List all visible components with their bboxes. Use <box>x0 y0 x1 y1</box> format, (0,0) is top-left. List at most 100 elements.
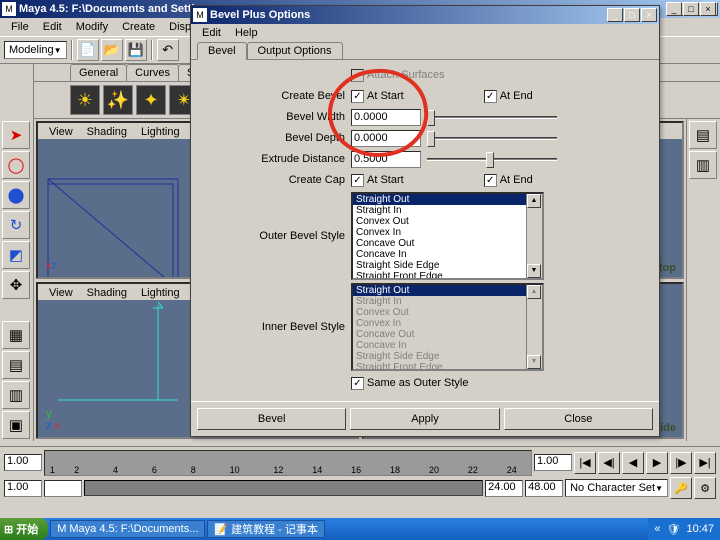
list-item[interactable]: Concave Out <box>353 238 542 249</box>
cap-atend-checkbox[interactable]: ✓ <box>484 174 497 187</box>
dialog-tab-row: Bevel Output Options <box>191 42 659 60</box>
tab-bevel[interactable]: Bevel <box>197 42 247 60</box>
outer-style-listbox[interactable]: Straight Out Straight In Convex Out Conv… <box>351 192 544 280</box>
menu-create[interactable]: Create <box>115 19 162 35</box>
scroll-up-icon[interactable]: ▲ <box>527 194 541 208</box>
shelf-light-1[interactable]: ☀ <box>70 85 100 115</box>
extrude-distance-slider[interactable] <box>427 158 557 161</box>
scroll-up-icon: ▲ <box>527 285 541 299</box>
cap-atstart-checkbox[interactable]: ✓ <box>351 174 364 187</box>
slider-thumb[interactable] <box>427 110 435 126</box>
bevel-atstart-checkbox[interactable]: ✓ <box>351 90 364 103</box>
list-item[interactable]: Concave In <box>353 249 542 260</box>
start-button[interactable]: ⊞开始 <box>0 518 48 540</box>
list-item[interactable]: Straight Out <box>353 194 542 205</box>
tb-new[interactable]: 📄 <box>77 39 99 61</box>
list-item[interactable]: Straight Front Edge <box>353 271 542 280</box>
dialog-buttons: Bevel Apply Close <box>191 401 659 436</box>
manipulator-tool[interactable]: ✥ <box>2 271 30 299</box>
layout-tool-2[interactable]: ▤ <box>2 351 30 379</box>
slider-thumb[interactable] <box>427 131 435 147</box>
bevel-width-input[interactable] <box>351 109 421 126</box>
list-item[interactable]: Convex Out <box>353 216 542 227</box>
bevel-width-slider[interactable] <box>427 116 557 119</box>
scale-tool[interactable]: ◩ <box>2 241 30 269</box>
scroll-down-icon[interactable]: ▼ <box>527 264 541 278</box>
range-mid-field[interactable]: 24.00 <box>485 480 523 497</box>
timeline-ruler[interactable]: 1 2 4 6 8 10 12 14 16 18 20 22 24 <box>44 450 532 476</box>
tb-save[interactable]: 💾 <box>125 39 147 61</box>
tb-open[interactable]: 📂 <box>101 39 123 61</box>
win2-close-button[interactable]: × <box>700 2 716 16</box>
dialog-titlebar[interactable]: M Bevel Plus Options _ □ × <box>191 6 659 24</box>
dlg-menu-edit[interactable]: Edit <box>195 25 228 41</box>
taskbar: ⊞开始 MMaya 4.5: F:\Documents... 📝建筑教程 - 记… <box>0 518 720 540</box>
tray-icon-1[interactable]: « <box>654 523 660 535</box>
apply-button[interactable]: Apply <box>350 408 499 430</box>
attach-surfaces-checkbox[interactable] <box>351 69 364 82</box>
rotate-tool[interactable]: ↻ <box>2 211 30 239</box>
charset-dropdown[interactable]: No Character Set▼ <box>565 479 668 497</box>
bevel-atend-checkbox[interactable]: ✓ <box>484 90 497 103</box>
slider-thumb[interactable] <box>486 152 494 168</box>
shelf-light-3[interactable]: ✦ <box>136 85 166 115</box>
time-start-field[interactable]: 1.00 <box>4 454 42 471</box>
win2-maximize-button[interactable]: □ <box>683 2 699 16</box>
select-tool[interactable]: ➤ <box>2 121 30 149</box>
same-outer-checkbox[interactable]: ✓ <box>351 377 364 390</box>
range-start-field[interactable]: 1.00 <box>4 480 42 497</box>
prefs-button[interactable]: ⚙ <box>694 477 716 499</box>
range-slider[interactable] <box>84 480 483 496</box>
vp-menu-shading[interactable]: Shading <box>80 124 134 140</box>
task-maya[interactable]: MMaya 4.5: F:\Documents... <box>50 520 205 538</box>
move-tool[interactable]: ⬤ <box>2 181 30 209</box>
time-end-field[interactable]: 1.00 <box>534 454 572 471</box>
step-back-button[interactable]: ◀| <box>598 452 620 474</box>
win2-minimize-button[interactable]: _ <box>666 2 682 16</box>
extrude-distance-input[interactable] <box>351 151 421 168</box>
shelf-light-2[interactable]: ✨ <box>103 85 133 115</box>
bevel-button[interactable]: Bevel <box>197 408 346 430</box>
layout-tool-3[interactable]: ▥ <box>2 381 30 409</box>
list-item[interactable]: Convex In <box>353 227 542 238</box>
autokey-button[interactable]: 🔑 <box>670 477 692 499</box>
mode-dropdown[interactable]: Modeling▼ <box>4 41 67 59</box>
play-button[interactable]: ▶ <box>646 452 668 474</box>
list-item[interactable]: Straight In <box>353 205 542 216</box>
bevel-depth-slider[interactable] <box>427 137 557 140</box>
dialog-maximize-button[interactable]: □ <box>624 8 640 22</box>
range-end-field[interactable]: 48.00 <box>525 480 563 497</box>
tb-undo[interactable]: ↶ <box>157 39 179 61</box>
dialog-minimize-button[interactable]: _ <box>607 8 623 22</box>
shelf-tab-general[interactable]: General <box>70 64 127 81</box>
lasso-tool[interactable]: ◯ <box>2 151 30 179</box>
vp-menu-view[interactable]: View <box>42 285 80 301</box>
attr-btn[interactable]: ▥ <box>689 151 717 179</box>
menu-modify[interactable]: Modify <box>69 19 115 35</box>
menu-edit[interactable]: Edit <box>36 19 69 35</box>
channel-btn[interactable]: ▤ <box>689 121 717 149</box>
step-fwd-button[interactable]: |▶ <box>670 452 692 474</box>
play-back-button[interactable]: ◀ <box>622 452 644 474</box>
list-item[interactable]: Straight Side Edge <box>353 260 542 271</box>
vp-menu-shading[interactable]: Shading <box>80 285 134 301</box>
vp-menu-lighting[interactable]: Lighting <box>134 124 187 140</box>
layout-tool-4[interactable]: ▣ <box>2 411 30 439</box>
tab-output-options[interactable]: Output Options <box>247 42 343 59</box>
bevel-depth-input[interactable] <box>351 130 421 147</box>
shelf-tab-curves[interactable]: Curves <box>126 64 179 81</box>
layout-tool[interactable]: ▦ <box>2 321 30 349</box>
vp-menu-lighting[interactable]: Lighting <box>134 285 187 301</box>
rewind-start-button[interactable]: |◀ <box>574 452 596 474</box>
task-notepad[interactable]: 📝建筑教程 - 记事本 <box>207 520 324 538</box>
close-button[interactable]: Close <box>504 408 653 430</box>
vp-menu-view[interactable]: View <box>42 124 80 140</box>
scrollbar[interactable]: ▲ ▼ <box>526 194 542 278</box>
dialog-close-button[interactable]: × <box>641 8 657 22</box>
tray-shield-icon[interactable]: 🛡 <box>667 523 681 536</box>
system-tray[interactable]: « 🛡 10:47 <box>648 518 720 540</box>
menu-file[interactable]: File <box>4 19 36 35</box>
rewind-end-button[interactable]: ▶| <box>694 452 716 474</box>
range-start2-field[interactable] <box>44 480 82 497</box>
dlg-menu-help[interactable]: Help <box>228 25 265 41</box>
